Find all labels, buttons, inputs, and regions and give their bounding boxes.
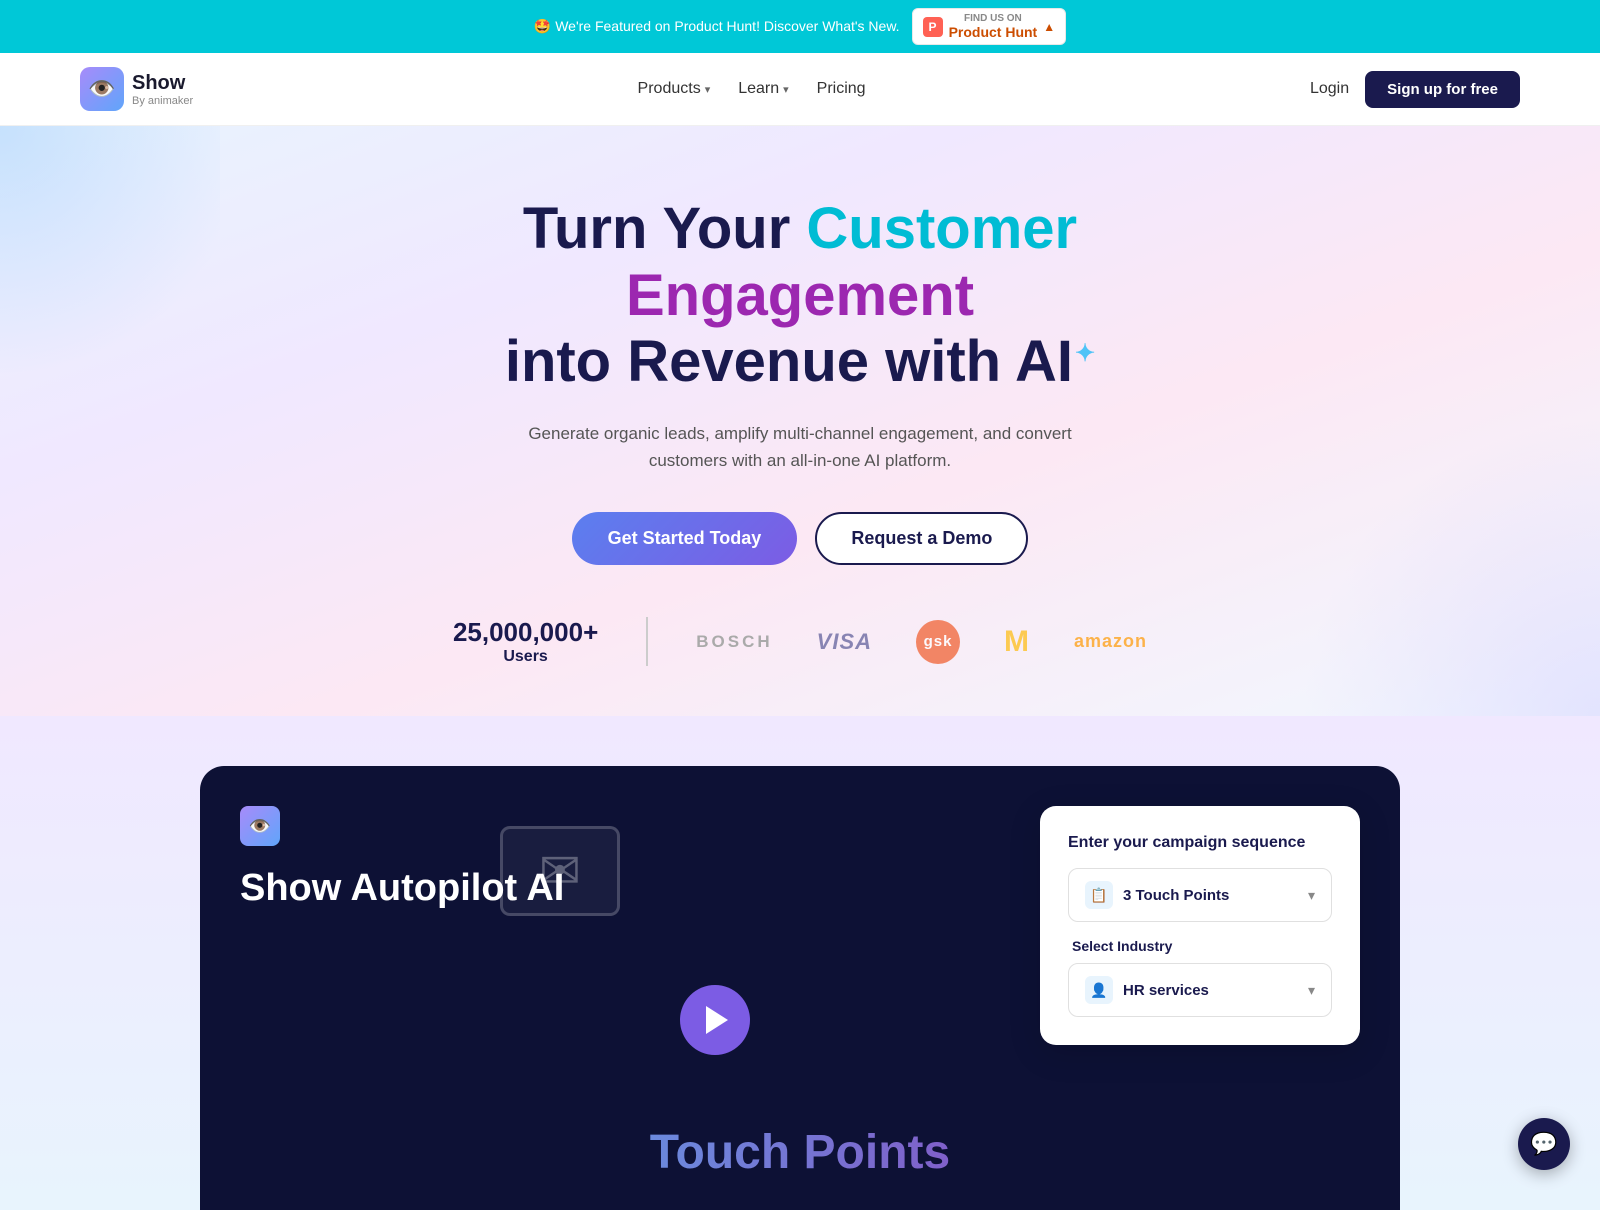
nav-pricing[interactable]: Pricing bbox=[817, 80, 866, 98]
users-number: 25,000,000+ bbox=[453, 617, 598, 648]
get-started-button[interactable]: Get Started Today bbox=[572, 512, 798, 565]
campaign-card: Enter your campaign sequence 📋 3 Touch P… bbox=[1040, 806, 1360, 1045]
email-visual: ✉ bbox=[500, 826, 620, 916]
nav-links: Products ▾ Learn ▾ Pricing bbox=[638, 80, 866, 98]
touch-points-value: 3 Touch Points bbox=[1123, 887, 1229, 904]
touch-points-chevron-icon: ▾ bbox=[1308, 887, 1315, 904]
logo-icon: 👁️ bbox=[80, 67, 124, 111]
hero-headline: Turn Your Customer Engagement into Reven… bbox=[350, 196, 1250, 396]
headline-engagement: Engagement bbox=[626, 263, 974, 328]
chat-button[interactable]: 💬 bbox=[1518, 1118, 1570, 1170]
show-mini-icon: 👁️ bbox=[240, 806, 280, 846]
brand-bosch: BOSCH bbox=[696, 632, 772, 652]
brand-gsk: gsk bbox=[916, 620, 960, 664]
nav-products[interactable]: Products ▾ bbox=[638, 80, 711, 98]
campaign-card-title: Enter your campaign sequence bbox=[1068, 834, 1332, 852]
email-icon: ✉ bbox=[500, 826, 620, 916]
logo-text: Show By animaker bbox=[132, 72, 193, 107]
brand-mcdonalds: M bbox=[1004, 625, 1030, 659]
industry-value: HR services bbox=[1123, 982, 1209, 999]
nav-learn[interactable]: Learn ▾ bbox=[738, 80, 788, 98]
play-triangle-icon bbox=[706, 1006, 728, 1034]
learn-chevron-icon: ▾ bbox=[783, 83, 789, 96]
product-hunt-label: FIND US ON Product Hunt bbox=[949, 13, 1038, 40]
badge-arrow: ▲ bbox=[1043, 20, 1055, 34]
products-chevron-icon: ▾ bbox=[705, 83, 711, 96]
touch-points-field[interactable]: 📋 3 Touch Points ▾ bbox=[1068, 868, 1332, 922]
headline-part1: Turn Your bbox=[523, 196, 807, 261]
industry-icon: 👤 bbox=[1085, 976, 1113, 1004]
login-link[interactable]: Login bbox=[1310, 80, 1349, 98]
brand-visa: VISA bbox=[817, 629, 872, 655]
dark-section: 👁️ Show Autopilot AI ✉ Enter your campai… bbox=[200, 766, 1400, 1085]
product-hunt-badge[interactable]: P FIND US ON Product Hunt ▲ bbox=[912, 8, 1067, 45]
badge-label: Product Hunt bbox=[949, 24, 1038, 40]
banner-text: 🤩 We're Featured on Product Hunt! Discov… bbox=[534, 18, 900, 35]
star-icon: ✦ bbox=[1075, 340, 1095, 368]
industry-field[interactable]: 👤 HR services ▾ bbox=[1068, 963, 1332, 1017]
chat-icon: 💬 bbox=[1530, 1131, 1557, 1157]
headline-customer: Customer bbox=[806, 196, 1077, 261]
nav-actions: Login Sign up for free bbox=[1310, 71, 1520, 108]
industry-label: Select Industry bbox=[1068, 938, 1332, 962]
users-label: Users bbox=[453, 648, 598, 666]
brand-logos: BOSCH VISA gsk M amazon bbox=[696, 620, 1147, 664]
hero-subtext: Generate organic leads, amplify multi-ch… bbox=[500, 420, 1100, 474]
badge-sub: FIND US ON bbox=[949, 13, 1038, 24]
headline-part2: into Revenue with AI✦ bbox=[505, 329, 1095, 394]
touch-points-footer: Touch Points bbox=[240, 1105, 1360, 1180]
social-proof: 25,000,000+ Users BOSCH VISA gsk M amazo… bbox=[373, 617, 1227, 666]
brand-amazon: amazon bbox=[1074, 631, 1147, 652]
industry-left: 👤 HR services bbox=[1085, 976, 1209, 1004]
logo-sub: By animaker bbox=[132, 95, 193, 107]
touch-points-icon: 📋 bbox=[1085, 881, 1113, 909]
signup-button[interactable]: Sign up for free bbox=[1365, 71, 1520, 108]
top-banner: 🤩 We're Featured on Product Hunt! Discov… bbox=[0, 0, 1600, 53]
play-button[interactable] bbox=[680, 985, 750, 1055]
logo[interactable]: 👁️ Show By animaker bbox=[80, 67, 193, 111]
logo-name: Show bbox=[132, 72, 193, 95]
hero-buttons: Get Started Today Request a Demo bbox=[572, 512, 1029, 565]
users-count-block: 25,000,000+ Users bbox=[453, 617, 648, 666]
hero-section: Turn Your Customer Engagement into Reven… bbox=[0, 126, 1600, 716]
request-demo-button[interactable]: Request a Demo bbox=[815, 512, 1028, 565]
ph-icon: P bbox=[923, 17, 943, 37]
navbar: 👁️ Show By animaker Products ▾ Learn ▾ P… bbox=[0, 53, 1600, 126]
show-mini-logo: 👁️ bbox=[240, 806, 280, 846]
industry-chevron-icon: ▾ bbox=[1308, 982, 1315, 999]
touch-points-left: 📋 3 Touch Points bbox=[1085, 881, 1229, 909]
